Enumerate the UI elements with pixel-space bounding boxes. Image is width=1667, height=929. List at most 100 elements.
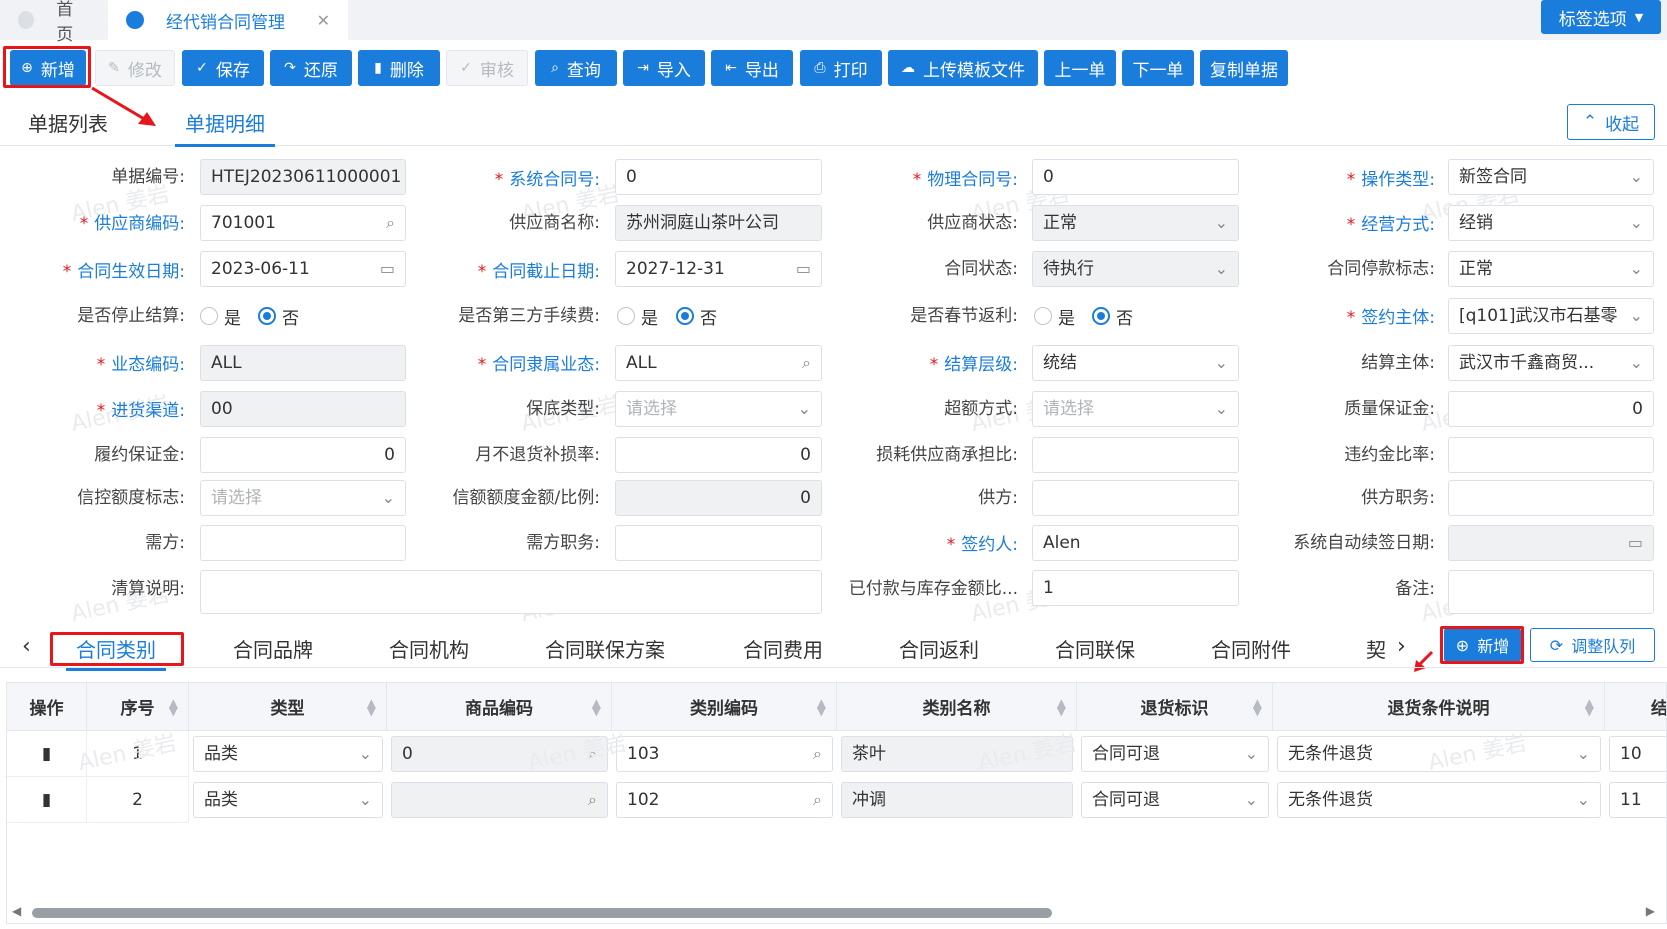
signing-entity-select[interactable]: [q101]武汉市石基零 ⌄ <box>1448 298 1654 334</box>
auto-renew-date-field[interactable]: ▭ <box>1448 525 1654 561</box>
physical-contract-no-field[interactable]: 0 <box>1032 159 1239 195</box>
print-button[interactable]: ⎙ 打印 <box>800 50 882 86</box>
row-return-flag-select[interactable]: 合同可退 ⌄ <box>1081 782 1269 818</box>
row-type-select[interactable]: 品类 ⌄ <box>193 736 383 772</box>
settlement-level-select[interactable]: 统结 ⌄ <box>1032 345 1239 381</box>
stop-settlement-yes-radio[interactable]: 是 <box>200 299 241 333</box>
delete-row-button[interactable]: ▮ <box>7 777 87 823</box>
column-header[interactable]: 退货标识 ▲ ▼ <box>1077 683 1273 731</box>
contract-status-select[interactable]: 待执行 ⌄ <box>1032 251 1239 287</box>
supplier-status-select[interactable]: 正常 ⌄ <box>1032 205 1239 241</box>
clearing-note-textarea[interactable] <box>200 570 822 614</box>
system-contract-no-field[interactable]: 0 <box>615 159 822 195</box>
payment-stop-flag-select[interactable]: 正常 ⌄ <box>1448 251 1654 287</box>
tab-contract-joint[interactable]: 合同联保 <box>1055 634 1135 663</box>
stop-settlement-no-radio[interactable]: 否 <box>258 299 299 333</box>
import-button[interactable]: ⇥ 导入 <box>623 50 705 86</box>
row-goods-code-field[interactable]: ⌕ <box>391 782 608 818</box>
tab-document-detail[interactable]: 单据明细 <box>175 108 275 147</box>
row-extra-field[interactable]: 11 <box>1609 782 1666 818</box>
row-category-code-field[interactable]: 102 ⌕ <box>616 782 833 818</box>
tab-contract-joint-plan[interactable]: 合同联保方案 <box>545 634 665 663</box>
monthly-loss-rate-field[interactable]: 0 <box>615 437 822 473</box>
penalty-rate-field[interactable] <box>1448 437 1654 473</box>
upload-template-button[interactable]: ☁ 上传模板文件 <box>888 50 1038 86</box>
tab-document-list[interactable]: 单据列表 <box>28 108 108 137</box>
row-return-desc-select[interactable]: 无条件退货 ⌄ <box>1277 736 1601 772</box>
credit-limit-flag-select[interactable]: 请选择 ⌄ <box>200 480 406 516</box>
row-extra-field[interactable]: 10 <box>1609 736 1666 772</box>
row-return-flag-select[interactable]: 合同可退 ⌄ <box>1081 736 1269 772</box>
spring-rebate-yes-radio[interactable]: 是 <box>1034 299 1075 333</box>
tab-home[interactable]: 首页 <box>0 0 105 45</box>
row-category-name-field[interactable]: 冲调 <box>841 782 1073 818</box>
column-header[interactable]: 退货条件说明 ▲ ▼ <box>1273 683 1605 731</box>
horizontal-scrollbar[interactable]: ◀ ▶ <box>6 904 1661 920</box>
tab-contract-more[interactable]: 契 <box>1366 634 1386 663</box>
contract-format-field[interactable]: ALL ⌕ <box>615 345 822 381</box>
signer-field[interactable]: Alen <box>1032 525 1239 561</box>
close-icon[interactable]: ✕ <box>317 11 330 30</box>
restore-button[interactable]: ↷ 还原 <box>270 50 352 86</box>
tab-contract-attachment[interactable]: 合同附件 <box>1211 634 1291 663</box>
copy-doc-button[interactable]: 复制单据 <box>1200 50 1288 86</box>
business-mode-select[interactable]: 经销 ⌄ <box>1448 205 1654 241</box>
row-return-desc-select[interactable]: 无条件退货 ⌄ <box>1277 782 1601 818</box>
save-button[interactable]: ✓ 保存 <box>182 50 264 86</box>
scrollbar-thumb[interactable] <box>32 908 1052 918</box>
tab-contract-fee[interactable]: 合同费用 <box>743 634 823 663</box>
column-header[interactable]: 类别编码 ▲ ▼ <box>612 683 837 731</box>
performance-deposit-field[interactable]: 0 <box>200 437 406 473</box>
settlement-entity-select[interactable]: 武汉市千鑫商贸... ⌄ <box>1448 345 1654 381</box>
column-header[interactable]: 类型 ▲ ▼ <box>189 683 387 731</box>
credit-amount-field[interactable]: 0 <box>615 480 822 516</box>
adjust-queue-button[interactable]: ⟳ 调整队列 <box>1530 628 1655 662</box>
delete-button[interactable]: ▮ 删除 <box>358 50 440 86</box>
chevron-left-icon[interactable]: ‹ <box>22 634 31 659</box>
tab-contract-rebate[interactable]: 合同返利 <box>899 634 979 663</box>
paid-stock-ratio-field[interactable]: 1 <box>1032 570 1239 606</box>
scroll-left-icon[interactable]: ◀ <box>12 904 21 918</box>
tab-contract-management[interactable]: 经代销合同管理 ✕ <box>108 0 348 40</box>
collapse-button[interactable]: ⌃ 收起 <box>1567 104 1655 140</box>
supplier-party-field[interactable] <box>1032 480 1239 516</box>
supplier-position-field[interactable] <box>1448 480 1654 516</box>
tab-contract-brand[interactable]: 合同品牌 <box>233 634 313 663</box>
row-goods-code-field[interactable]: 0 ⌕ <box>391 736 608 772</box>
audit-button[interactable]: ✓ 审核 <box>446 50 528 86</box>
supplier-code-field[interactable]: 701001 ⌕ <box>200 205 406 241</box>
next-doc-button[interactable]: 下一单 <box>1122 50 1194 86</box>
format-code-field[interactable]: ALL <box>200 345 406 381</box>
doc-number-field[interactable]: HTEJ20230611000001 <box>200 159 406 195</box>
edit-button[interactable]: ✎ 修改 <box>95 50 175 86</box>
row-category-code-field[interactable]: 103 ⌕ <box>616 736 833 772</box>
remark-textarea[interactable] <box>1448 570 1654 614</box>
third-party-fee-no-radio[interactable]: 否 <box>676 299 717 333</box>
purchase-channel-field[interactable]: 00 <box>200 391 406 427</box>
prev-doc-button[interactable]: 上一单 <box>1044 50 1116 86</box>
export-button[interactable]: ⇤ 导出 <box>711 50 793 86</box>
column-header[interactable]: 序号 ▲ ▼ <box>87 683 189 731</box>
guarantee-type-select[interactable]: 请选择 ⌄ <box>615 391 822 427</box>
column-header[interactable]: 类别名称 ▲ ▼ <box>837 683 1077 731</box>
buyer-position-field[interactable] <box>615 525 822 561</box>
excess-method-select[interactable]: 请选择 ⌄ <box>1032 391 1239 427</box>
contract-end-date-field[interactable]: 2027-12-31 ▭ <box>615 251 822 287</box>
delete-row-button[interactable]: ▮ <box>7 731 87 777</box>
scroll-right-icon[interactable]: ▶ <box>1646 904 1655 918</box>
contract-start-date-field[interactable]: 2023-06-11 ▭ <box>200 251 406 287</box>
tag-options-button[interactable]: 标签选项 ▼ <box>1541 0 1661 34</box>
buyer-party-field[interactable] <box>200 525 406 561</box>
third-party-fee-yes-radio[interactable]: 是 <box>617 299 658 333</box>
operation-type-select[interactable]: 新签合同 ⌄ <box>1448 159 1654 195</box>
supplier-loss-ratio-field[interactable] <box>1032 437 1239 473</box>
supplier-name-field[interactable]: 苏州洞庭山茶叶公司 <box>615 205 822 241</box>
quality-deposit-field[interactable]: 0 <box>1448 391 1654 427</box>
row-category-name-field[interactable]: 茶叶 <box>841 736 1073 772</box>
spring-rebate-no-radio[interactable]: 否 <box>1092 299 1133 333</box>
query-button[interactable]: ⌕ 查询 <box>535 50 617 86</box>
row-type-select[interactable]: 品类 ⌄ <box>193 782 383 818</box>
chevron-right-icon[interactable]: › <box>1397 634 1406 659</box>
column-header[interactable]: 商品编码 ▲ ▼ <box>387 683 612 731</box>
tab-contract-org[interactable]: 合同机构 <box>389 634 469 663</box>
